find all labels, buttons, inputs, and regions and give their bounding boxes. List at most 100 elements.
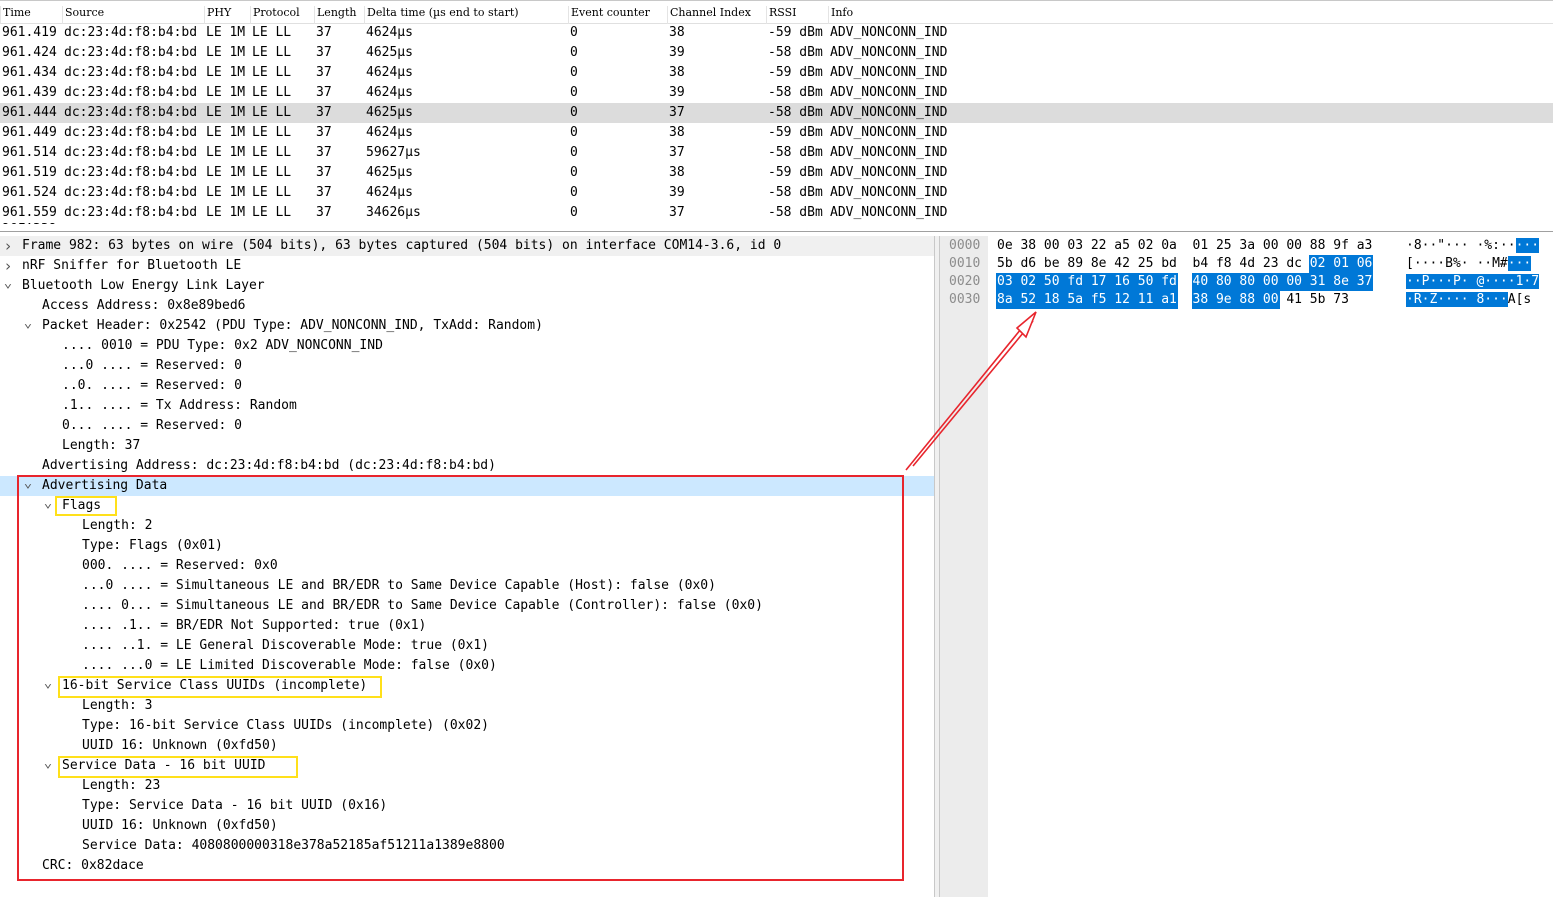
col-info[interactable]: Info [828, 6, 853, 24]
hex-byte[interactable]: 16 [1113, 273, 1138, 291]
col-length[interactable]: Length [314, 6, 356, 24]
hex-byte[interactable]: 00 [1043, 237, 1061, 255]
hex-byte[interactable]: 80 [1214, 273, 1240, 291]
hex-byte[interactable]: 00 [1261, 273, 1287, 291]
tree-item[interactable]: .1.. .... = Tx Address: Random [0, 396, 934, 416]
col-channel-index[interactable]: Channel Index [667, 6, 751, 24]
hex-byte[interactable]: 02 [1308, 255, 1334, 273]
hex-byte[interactable]: 8e [1090, 255, 1108, 273]
tree-item[interactable]: ...0 .... = Reserved: 0 [0, 356, 934, 376]
hex-byte[interactable]: 42 [1113, 255, 1131, 273]
hex-byte[interactable]: 01 [1192, 237, 1210, 255]
hex-byte[interactable]: 22 [1090, 237, 1108, 255]
chevron-right-icon[interactable]: › [1, 236, 15, 256]
hex-byte[interactable]: 88 [1309, 237, 1327, 255]
hex-byte[interactable]: 31 [1308, 273, 1334, 291]
tree-item[interactable]: Length: 37 [0, 436, 934, 456]
col-rssi[interactable]: RSSI [766, 6, 797, 24]
hex-byte[interactable]: a5 [1113, 237, 1131, 255]
hex-byte[interactable]: 5b [1309, 291, 1327, 309]
hex-byte[interactable]: a3 [1356, 237, 1374, 255]
hex-byte[interactable]: 73 [1332, 291, 1350, 309]
hex-byte[interactable]: 50 [1042, 273, 1068, 291]
hex-byte[interactable]: 0e [996, 237, 1014, 255]
tree-item[interactable]: › Frame 982: 63 bytes on wire (504 bits),… [0, 236, 934, 256]
hex-byte[interactable]: 06 [1355, 255, 1374, 273]
hex-byte[interactable]: f5 [1089, 291, 1115, 309]
chevron-down-icon[interactable]: ⌄ [21, 316, 35, 330]
hex-byte[interactable]: f8 [1215, 255, 1233, 273]
hex-byte[interactable]: 00 [1261, 291, 1280, 309]
hex-byte[interactable]: 18 [1042, 291, 1068, 309]
packet-bytes-pane[interactable]: 0000 0e 38 00 03 22 a5 02 0a 01 25 3a 00 00 88 9f a3·8··… [940, 236, 1553, 897]
hex-byte[interactable]: 00 [1262, 237, 1280, 255]
hex-byte[interactable]: 50 [1136, 273, 1162, 291]
hex-byte[interactable]: dc [1285, 255, 1303, 273]
hex-byte[interactable]: 9f [1332, 237, 1350, 255]
hex-byte[interactable]: 12 [1113, 291, 1138, 309]
packet-row[interactable]: 961.424 dc:23:4d:f8:b4:bd LE 1M LE LL 37 4625… [0, 43, 1553, 63]
hex-byte[interactable]: 41 [1285, 291, 1303, 309]
hex-byte[interactable]: 5a [1066, 291, 1091, 309]
hex-byte[interactable]: 00 [1285, 237, 1303, 255]
packet-row[interactable]: 961.524 dc:23:4d:f8:b4:bd LE 1M LE LL 37 4624… [0, 183, 1553, 203]
hex-byte[interactable]: 17 [1089, 273, 1115, 291]
tree-item[interactable]: ⌄ Packet Header: 0x2542 (PDU Type: ADV_NO… [0, 316, 934, 336]
packet-row[interactable]: 961.419 dc:23:4d:f8:b4:bd LE 1M LE LL 37 4624… [0, 23, 1553, 43]
packet-row[interactable]: 961.449 dc:23:4d:f8:b4:bd LE 1M LE LL 37 4624… [0, 123, 1553, 143]
packet-row[interactable]: 961.514 dc:23:4d:f8:b4:bd LE 1M LE LL 37 5962… [0, 143, 1553, 163]
hex-byte[interactable]: 37 [1355, 273, 1374, 291]
hex-byte[interactable]: 03 [1066, 237, 1084, 255]
hex-byte[interactable]: fd [1066, 273, 1091, 291]
col-event-counter[interactable]: Event counter [568, 6, 650, 24]
chevron-right-icon[interactable]: › [1, 256, 15, 276]
hex-byte[interactable]: 00 [1285, 273, 1310, 291]
hex-byte[interactable]: 3a [1238, 237, 1256, 255]
tree-item[interactable]: 0... .... = Reserved: 0 [0, 416, 934, 436]
packet-row-partial[interactable]: 961.559 [0, 223, 1553, 231]
hex-byte[interactable]: bd [1160, 255, 1178, 273]
col-source[interactable]: Source [62, 6, 104, 24]
hex-byte[interactable]: 03 [996, 273, 1021, 291]
hex-byte[interactable]: 0a [1160, 237, 1178, 255]
hex-byte[interactable]: 38 [1191, 291, 1216, 309]
hex-byte[interactable]: fd [1160, 273, 1178, 291]
hex-byte[interactable]: 38 [1019, 237, 1037, 255]
hex-byte[interactable]: 02 [1137, 237, 1155, 255]
col-protocol[interactable]: Protocol [250, 6, 300, 24]
col-time[interactable]: Time [0, 6, 31, 24]
col-delta-time[interactable]: Delta time (µs end to start) [364, 6, 519, 24]
tree-item[interactable]: ..0. .... = Reserved: 0 [0, 376, 934, 396]
hex-byte[interactable]: 11 [1136, 291, 1162, 309]
hex-byte[interactable]: 88 [1238, 291, 1263, 309]
hex-byte[interactable]: 02 [1019, 273, 1044, 291]
hex-byte[interactable]: 4d [1238, 255, 1256, 273]
hex-byte[interactable]: 25 [1137, 255, 1155, 273]
hex-byte[interactable]: 23 [1262, 255, 1280, 273]
hex-byte[interactable]: a1 [1160, 291, 1178, 309]
packet-row[interactable]: 961.439 dc:23:4d:f8:b4:bd LE 1M LE LL 37 4624… [0, 83, 1553, 103]
hex-byte[interactable]: 8e [1332, 273, 1357, 291]
packet-row[interactable]: 961.559 dc:23:4d:f8:b4:bd LE 1M LE LL 37 3462… [0, 203, 1553, 223]
hex-byte[interactable]: 80 [1238, 273, 1263, 291]
hex-byte[interactable]: 01 [1332, 255, 1357, 273]
tree-item[interactable]: Access Address: 0x8e89bed6 [0, 296, 934, 316]
hex-byte[interactable]: 40 [1191, 273, 1216, 291]
hex-byte[interactable]: d6 [1019, 255, 1037, 273]
tree-item[interactable]: ⌄ Bluetooth Low Energy Link Layer [0, 276, 934, 296]
hex-byte[interactable]: be [1043, 255, 1061, 273]
hex-byte[interactable]: 89 [1066, 255, 1084, 273]
tree-item[interactable]: › nRF Sniffer for Bluetooth LE [0, 256, 934, 276]
hex-byte[interactable]: b4 [1192, 255, 1210, 273]
tree-item[interactable]: Advertising Address: dc:23:4d:f8:b4:bd (… [0, 456, 934, 476]
tree-item[interactable]: .... 0010 = PDU Type: 0x2 ADV_NONCONN_IN… [0, 336, 934, 356]
hex-byte[interactable]: 52 [1019, 291, 1044, 309]
packet-row[interactable]: 961.444 dc:23:4d:f8:b4:bd LE 1M LE LL 37 4625… [0, 103, 1553, 123]
hex-byte[interactable]: 8a [996, 291, 1021, 309]
packet-list[interactable]: Time Source PHY Protocol Length Delta ti… [0, 0, 1553, 232]
col-phy[interactable]: PHY [204, 6, 231, 24]
hex-byte[interactable]: 9e [1214, 291, 1240, 309]
hex-byte[interactable]: 5b [996, 255, 1014, 273]
hex-byte[interactable]: 25 [1215, 237, 1233, 255]
packet-row[interactable]: 961.519 dc:23:4d:f8:b4:bd LE 1M LE LL 37 4625… [0, 163, 1553, 183]
